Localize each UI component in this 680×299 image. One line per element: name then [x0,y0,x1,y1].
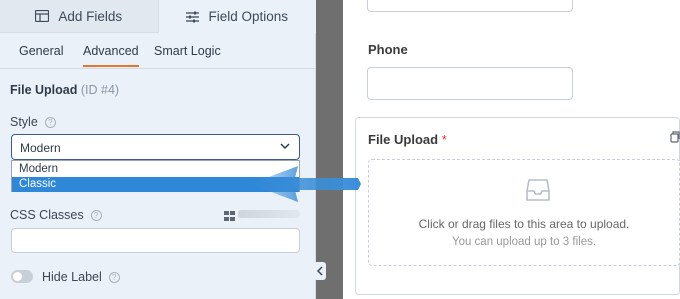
hide-label-text: Hide Label [42,270,102,284]
table-icon [35,10,50,22]
tab-add-fields[interactable]: Add Fields [0,0,159,33]
field-title: File Upload (ID #4) [10,83,119,97]
hide-label-toggle[interactable] [11,270,33,283]
preview-top-input[interactable] [367,0,573,12]
css-classes-label: CSS Classes [10,208,84,222]
file-upload-label: File Upload * [368,132,447,147]
tab-add-fields-label: Add Fields [58,8,123,24]
layout-selector-blur [238,210,300,218]
dropzone-main-text: Click or drag files to this area to uplo… [418,217,630,231]
hide-label-row: Hide Label? [42,270,120,284]
file-upload-label-text: File Upload [368,132,439,147]
help-icon[interactable]: ? [108,272,120,283]
phone-input[interactable] [367,67,573,100]
help-icon[interactable]: ? [44,117,56,128]
file-dropzone[interactable] [368,159,680,266]
field-id: (ID #4) [80,83,120,97]
dropzone-sub-text: You can upload up to 3 files. [451,236,597,248]
inbox-icon [526,179,550,206]
subtab-advanced[interactable]: Advanced [83,44,139,67]
css-classes-label-row: CSS Classes? [10,208,102,222]
style-select-value: Modern [20,141,61,155]
tab-field-options-label: Field Options [208,9,289,24]
columns-icon[interactable] [224,208,235,226]
panel-tabs: Add Fields Field Options [0,0,316,33]
help-icon[interactable]: ? [90,210,102,221]
style-label: Style [10,115,38,129]
options-subtabs: General Advanced Smart Logic [0,33,316,69]
chevron-left-icon[interactable] [314,262,326,280]
subtab-general[interactable]: General [19,44,63,58]
duplicate-icon[interactable] [670,130,680,148]
required-mark: * [441,132,447,147]
style-label-row: Style? [10,115,56,129]
tab-field-options[interactable]: Field Options [158,0,316,33]
style-select[interactable]: Modern [11,134,300,160]
chevron-down-icon [279,140,291,155]
field-name: File Upload [10,83,78,97]
subtab-smart-logic[interactable]: Smart Logic [154,44,221,58]
css-classes-input[interactable] [11,228,300,253]
field-options-panel: Add Fields Field Options General Advance… [0,0,316,299]
phone-label: Phone [368,42,408,57]
sliders-icon [186,11,200,23]
arrow-left-icon [240,162,362,211]
